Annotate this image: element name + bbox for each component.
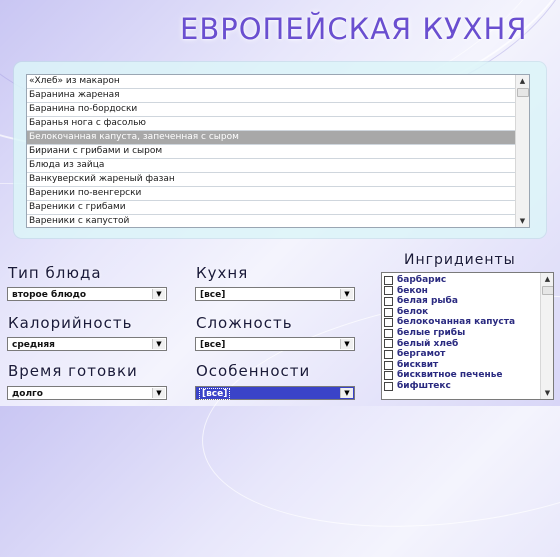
scroll-down-icon[interactable]: ▼ [541, 387, 553, 399]
chevron-down-icon[interactable]: ▼ [340, 388, 353, 398]
ingredient-item[interactable]: бифштекс [384, 381, 540, 392]
ingredient-label: бисквитное печенье [397, 370, 503, 381]
features-value: [все] [198, 388, 231, 400]
checkbox[interactable] [384, 307, 393, 317]
dish-list-rows: «Хлеб» из макарон Баранина жареная Баранин… [27, 75, 515, 227]
checkbox[interactable] [384, 349, 393, 359]
dish-list-item[interactable]: Баранья нога с фасолью [27, 117, 515, 131]
ingredient-label: бифштекс [397, 380, 451, 391]
features-label: Особенности [196, 362, 311, 380]
chevron-down-icon[interactable]: ▼ [340, 339, 353, 349]
checkbox[interactable] [384, 371, 393, 381]
ingredient-item[interactable]: белокочанная капуста [384, 317, 540, 328]
dish-type-label: Тип блюда [8, 264, 102, 282]
calories-value: средняя [12, 340, 55, 350]
ingredient-item[interactable]: бергамот [384, 349, 540, 360]
scroll-up-icon[interactable]: ▲ [541, 273, 553, 285]
checkbox[interactable] [384, 296, 393, 306]
cuisine-value: [все] [200, 290, 226, 300]
cuisine-select[interactable]: [все] ▼ [195, 287, 355, 301]
page-title: ЕВРОПЕЙСКАЯ КУХНЯ [180, 12, 528, 46]
ingredient-label: белый хлеб [397, 338, 459, 349]
ingredient-item[interactable]: белая рыба [384, 296, 540, 307]
checkbox[interactable] [384, 286, 393, 296]
ingredient-label: бергамот [397, 349, 446, 360]
checkbox[interactable] [384, 339, 393, 349]
dish-list-item[interactable]: Ванкуверский жареный фазан [27, 173, 515, 187]
checkbox[interactable] [384, 381, 393, 391]
calories-select[interactable]: средняя ▼ [7, 337, 167, 351]
dish-list-item[interactable]: Белокочанная капуста, запеченная с сыром [27, 131, 515, 145]
scroll-thumb[interactable] [517, 88, 529, 97]
ingredient-item[interactable]: белок [384, 307, 540, 318]
ingredient-item[interactable]: белый хлеб [384, 339, 540, 350]
ingredient-label: белок [397, 306, 429, 317]
chevron-down-icon[interactable]: ▼ [152, 289, 165, 299]
ingredients-list[interactable]: барбарис бекон белая рыба белок белокочанная… [381, 272, 554, 400]
ingredients-scrollbar[interactable]: ▲ ▼ [540, 273, 553, 399]
dish-list-item[interactable]: «Хлеб» из макарон [27, 75, 515, 89]
difficulty-value: [все] [200, 340, 226, 350]
ingredient-label: барбарис [397, 275, 447, 285]
ingredient-item[interactable]: бисквитное печенье [384, 370, 540, 381]
ingredient-item[interactable]: белые грибы [384, 328, 540, 339]
dish-list-item[interactable]: Вареники по-венгерски [27, 187, 515, 201]
chevron-down-icon[interactable]: ▼ [152, 388, 165, 398]
ingredients-title: Ингридиенты [404, 252, 516, 268]
checkbox[interactable] [384, 318, 393, 328]
ingredient-label: белокочанная капуста [397, 317, 516, 328]
dish-type-value: второе блюдо [12, 290, 87, 300]
ingredient-item[interactable]: барбарис [384, 275, 540, 286]
chevron-down-icon[interactable]: ▼ [340, 289, 353, 299]
dish-list-panel: «Хлеб» из макарон Баранина жареная Баранин… [14, 62, 546, 238]
cook-time-label: Время готовки [8, 362, 138, 380]
ingredient-label: бекон [397, 285, 428, 296]
cook-time-select[interactable]: долго ▼ [7, 386, 167, 400]
checkbox[interactable] [384, 360, 393, 370]
ingredient-label: белые грибы [397, 327, 466, 338]
dish-list-scrollbar[interactable]: ▲ ▼ [515, 75, 529, 227]
scroll-up-icon[interactable]: ▲ [516, 75, 529, 87]
dish-list-item[interactable]: Блюда из зайца [27, 159, 515, 173]
dish-list-item[interactable]: Баранина жареная [27, 89, 515, 103]
ingredient-label: белая рыба [397, 296, 458, 307]
ingredients-items: барбарис бекон белая рыба белок белокочанная… [384, 275, 540, 392]
dish-list-item[interactable]: Вареники с грибами [27, 201, 515, 215]
cuisine-label: Кухня [196, 264, 249, 282]
difficulty-select[interactable]: [все] ▼ [195, 337, 355, 351]
features-select[interactable]: [все] ▼ [195, 386, 355, 400]
cook-time-value: долго [12, 389, 43, 399]
dish-list-item[interactable]: Баранина по-бордоски [27, 103, 515, 117]
checkbox[interactable] [384, 275, 393, 285]
dish-type-select[interactable]: второе блюдо ▼ [7, 287, 167, 301]
calories-label: Калорийность [8, 314, 133, 332]
dish-list-item[interactable]: Бириани с грибами и сыром [27, 145, 515, 159]
checkbox[interactable] [384, 328, 393, 338]
dish-list-item[interactable]: Вареники с капустой [27, 215, 515, 227]
ingredient-label: бисквит [397, 359, 439, 370]
ingredient-item[interactable]: бисквит [384, 360, 540, 371]
dish-list[interactable]: «Хлеб» из макарон Баранина жареная Баранин… [26, 74, 530, 228]
difficulty-label: Сложность [196, 314, 293, 332]
chevron-down-icon[interactable]: ▼ [152, 339, 165, 349]
scroll-thumb[interactable] [542, 286, 553, 295]
ingredient-item[interactable]: бекон [384, 286, 540, 297]
scroll-down-icon[interactable]: ▼ [516, 215, 529, 227]
